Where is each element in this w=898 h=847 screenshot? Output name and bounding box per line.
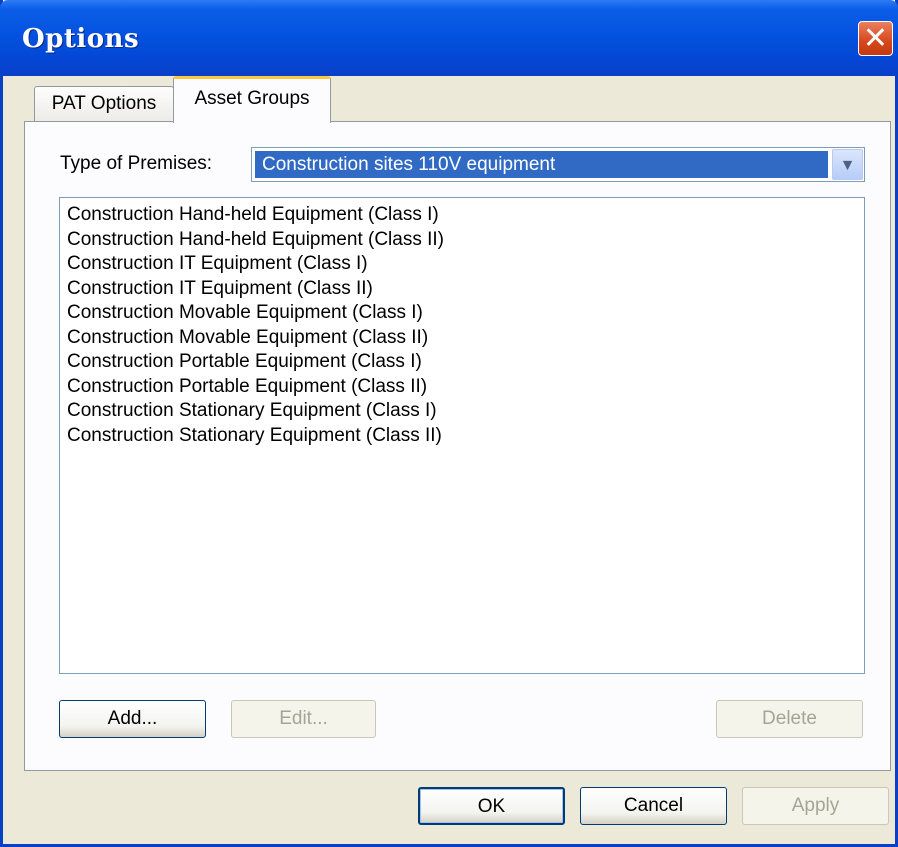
list-item[interactable]: Construction Portable Equipment (Class I…: [67, 375, 864, 400]
premises-select[interactable]: Construction sites 110V equipment ▼: [251, 147, 865, 182]
window-title: Options: [22, 24, 140, 54]
list-item[interactable]: Construction Movable Equipment (Class II…: [67, 326, 864, 351]
asset-group-list[interactable]: Construction Hand-held Equipment (Class …: [59, 197, 865, 674]
delete-button[interactable]: Delete: [716, 700, 863, 738]
cancel-button[interactable]: Cancel: [580, 787, 727, 825]
list-item[interactable]: Construction Stationary Equipment (Class…: [67, 399, 864, 424]
close-icon[interactable]: ✕: [858, 21, 893, 56]
add-button[interactable]: Add...: [59, 700, 206, 738]
apply-button[interactable]: Apply: [742, 787, 889, 825]
title-bar[interactable]: Options ✕: [0, 0, 898, 76]
list-item[interactable]: Construction Movable Equipment (Class I): [67, 301, 864, 326]
premises-label: Type of Premises:: [60, 153, 213, 174]
chevron-down-icon[interactable]: ▼: [832, 149, 863, 180]
list-item[interactable]: Construction IT Equipment (Class I): [67, 252, 864, 277]
tab-asset-groups[interactable]: Asset Groups: [173, 76, 331, 123]
list-item[interactable]: Construction Hand-held Equipment (Class …: [67, 228, 864, 253]
premises-selected-value[interactable]: Construction sites 110V equipment: [255, 151, 828, 178]
list-item[interactable]: Construction IT Equipment (Class II): [67, 277, 864, 302]
list-item[interactable]: Construction Stationary Equipment (Class…: [67, 424, 864, 449]
list-item[interactable]: Construction Hand-held Equipment (Class …: [67, 203, 864, 228]
tab-pat-options[interactable]: PAT Options: [34, 86, 174, 122]
options-dialog: Options ✕ PAT Options Asset Groups Type …: [0, 0, 898, 847]
edit-button[interactable]: Edit...: [231, 700, 376, 738]
list-item[interactable]: Construction Portable Equipment (Class I…: [67, 350, 864, 375]
ok-button[interactable]: OK: [418, 787, 565, 825]
